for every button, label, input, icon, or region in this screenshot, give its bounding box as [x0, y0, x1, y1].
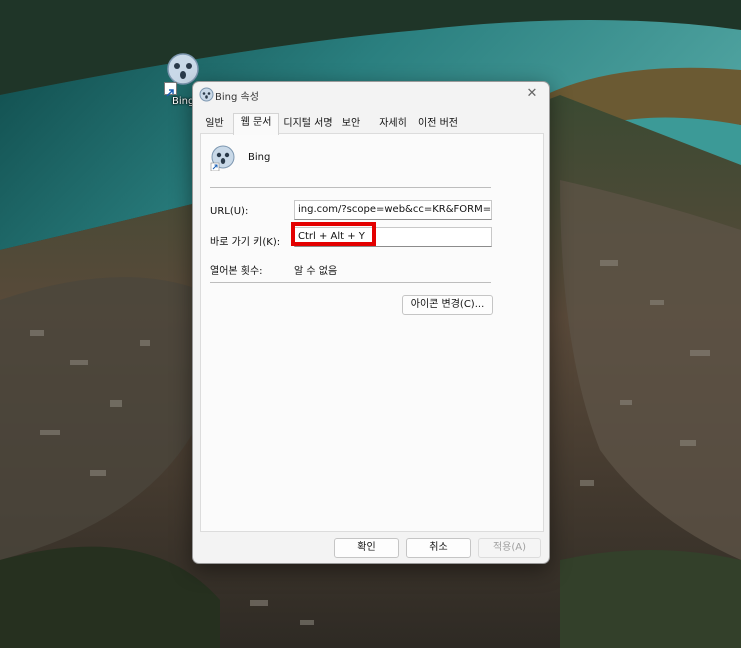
tab-general[interactable]: 일반 — [201, 115, 228, 133]
visits-label: 열어본 횟수: — [210, 266, 263, 277]
shortcut-name: Bing — [248, 152, 271, 163]
apply-button[interactable]: 적용(A) — [478, 538, 541, 558]
change-icon-button[interactable]: 아이콘 변경(C)... — [402, 295, 493, 315]
bing-shortcut-icon — [199, 87, 214, 102]
tab-digital-signature[interactable]: 디지털 서명 — [281, 115, 335, 133]
separator — [210, 187, 491, 188]
visits-value: 알 수 없음 — [294, 266, 338, 277]
shortcut-key-field[interactable]: Ctrl + Alt + Y — [294, 227, 492, 247]
shortcut-key-label: 바로 가기 키(K): — [210, 237, 281, 248]
tab-web-document[interactable]: 웹 문서 — [233, 113, 279, 135]
tab-details[interactable]: 자세히 — [375, 115, 411, 133]
tab-security[interactable]: 보안 — [338, 115, 364, 133]
bing-shortcut-icon — [210, 145, 235, 171]
close-icon[interactable]: ✕ — [521, 85, 543, 103]
ok-button[interactable]: 확인 — [334, 538, 399, 558]
url-field[interactable]: ing.com/?scope=web&cc=KR&FORM=MY02CJ — [294, 200, 492, 220]
title-bar[interactable]: Bing 속성 ✕ — [193, 82, 549, 108]
desktop-icon-label: Bing — [172, 96, 195, 107]
cancel-button[interactable]: 취소 — [406, 538, 471, 558]
dialog-title: Bing 속성 — [215, 92, 259, 103]
tab-previous-versions[interactable]: 이전 버전 — [415, 115, 461, 133]
properties-dialog: Bing 속성 ✕ 일반 웹 문서 디지털 서명 보안 자세히 이전 버전 Bi… — [192, 81, 550, 564]
shortcut-arrow-icon — [164, 82, 177, 97]
url-label: URL(U): — [210, 206, 249, 217]
tab-panel-web-document: Bing URL(U): ing.com/?scope=web&cc=KR&FO… — [200, 133, 544, 532]
separator — [210, 282, 491, 283]
